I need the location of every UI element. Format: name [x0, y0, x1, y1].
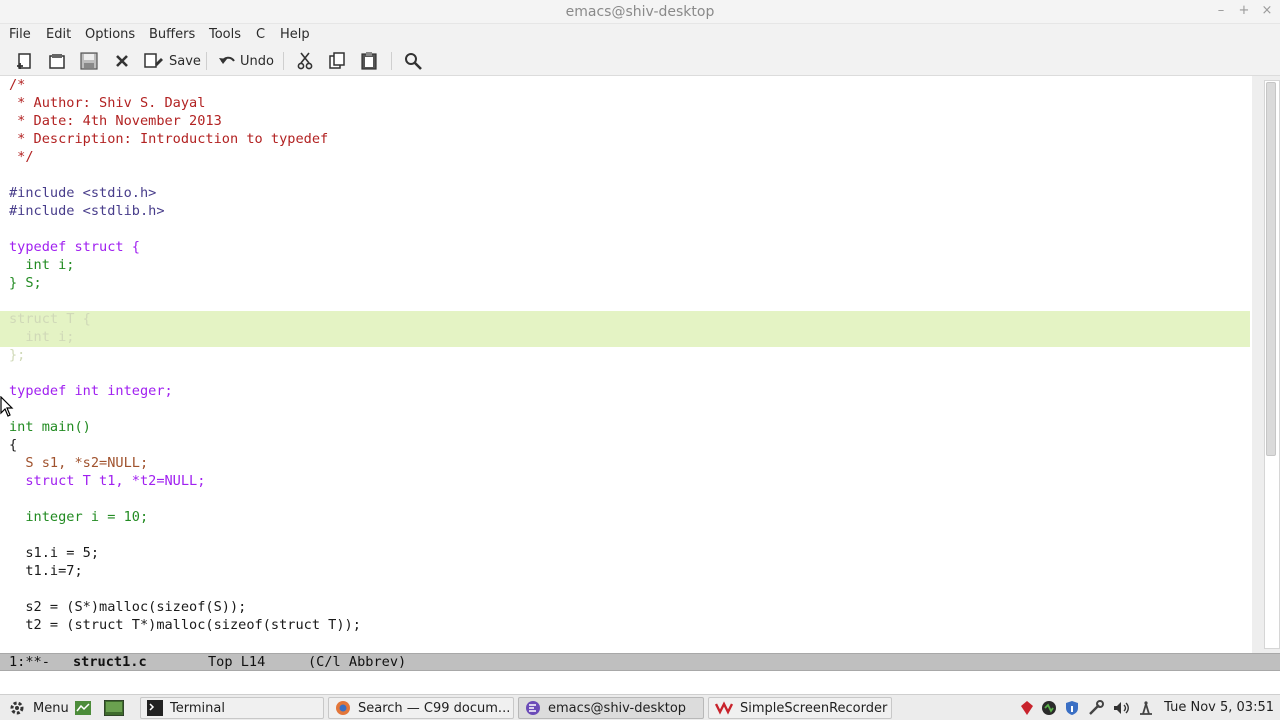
start-menu-button[interactable]: Menu: [4, 697, 94, 719]
mouse-pointer-icon: [0, 396, 14, 417]
code-line: /*: [9, 77, 26, 93]
new-file-icon[interactable]: [14, 50, 34, 72]
menu-options[interactable]: Options: [85, 27, 135, 42]
code-line: integer i = 10;: [9, 509, 149, 525]
tool-bar: Save Undo: [0, 46, 1280, 76]
apps-grid-icon: [74, 701, 91, 715]
paste-icon[interactable]: [359, 50, 379, 72]
code-line: #include <stdio.h>: [9, 185, 157, 201]
undo-icon: [219, 56, 235, 64]
screen-recorder-tray-icon[interactable]: [1040, 699, 1058, 717]
save-as-button[interactable]: Save: [143, 50, 201, 72]
vertical-scrollbar[interactable]: [1252, 76, 1280, 653]
save-as-icon: [144, 53, 163, 68]
save-disk-icon[interactable]: [79, 50, 99, 72]
browser-icon: [335, 700, 351, 716]
code-line: s2 = (S*)malloc(sizeof(S));: [9, 599, 247, 615]
task-label: emacs@shiv-desktop: [548, 700, 687, 716]
code-line: } S;: [9, 275, 42, 291]
menu-edit[interactable]: Edit: [46, 27, 71, 42]
task-label: SimpleScreenRecorder: [740, 700, 888, 716]
modeline-position: Top L14: [208, 654, 266, 670]
menu-tools[interactable]: Tools: [209, 27, 241, 42]
mode-line: 1:**- struct1.c Top L14 (C/l Abbrev): [0, 653, 1280, 671]
title-bar: emacs@shiv-desktop – + ×: [0, 0, 1280, 24]
task-browser[interactable]: Search — C99 docum...: [328, 697, 514, 719]
task-label: Search — C99 docum...: [358, 700, 511, 716]
taskbar: Menu Terminal Search — C99 docum... emac…: [0, 694, 1280, 720]
menu-help[interactable]: Help: [280, 27, 310, 42]
code-line: */: [9, 149, 34, 165]
close-icon[interactable]: ×: [1259, 3, 1275, 19]
volume-icon[interactable]: [1112, 699, 1130, 717]
tools-icon[interactable]: [1087, 699, 1105, 717]
minimize-icon[interactable]: –: [1213, 3, 1229, 19]
gear-icon: [8, 699, 26, 717]
info-shield-icon[interactable]: [1063, 699, 1081, 717]
scrollbar-thumb[interactable]: [1266, 82, 1276, 456]
ruby-icon[interactable]: [1018, 699, 1036, 717]
open-folder-icon[interactable]: [47, 50, 67, 72]
code-line: struct T t1, *t2=NULL;: [9, 473, 206, 489]
maximize-icon[interactable]: +: [1236, 3, 1252, 19]
toolbar-separator: [283, 52, 284, 70]
code-line: #include <stdlib.h>: [9, 203, 165, 219]
code-line: S s1, *s2=NULL;: [9, 455, 149, 471]
code-line: typedef int integer;: [9, 383, 173, 399]
code-line-highlighted: struct T {: [9, 311, 91, 327]
code-line: * Date: 4th November 2013: [9, 113, 222, 129]
menu-bar: File Edit Options Buffers Tools C Help: [0, 24, 1280, 46]
recorder-icon: [715, 701, 733, 715]
desktop-icon: [104, 700, 124, 716]
cut-icon[interactable]: [295, 50, 315, 72]
show-desktop-button[interactable]: [98, 697, 124, 719]
menu-c[interactable]: C: [256, 27, 265, 42]
copy-icon[interactable]: [327, 50, 347, 72]
save-label: Save: [169, 53, 201, 69]
task-emacs[interactable]: emacs@shiv-desktop: [518, 697, 704, 719]
task-screenrecorder[interactable]: SimpleScreenRecorder: [708, 697, 892, 719]
toolbar-separator: [391, 52, 392, 70]
network-icon[interactable]: [1137, 699, 1155, 717]
minibuffer[interactable]: [0, 671, 1280, 693]
task-terminal[interactable]: Terminal: [140, 697, 324, 719]
taskbar-clock[interactable]: Tue Nov 5, 03:51: [1164, 700, 1274, 715]
emacs-window: emacs@shiv-desktop – + × File Edit Optio…: [0, 0, 1280, 720]
undo-label: Undo: [240, 53, 274, 69]
menu-file[interactable]: File: [9, 27, 31, 42]
task-label: Terminal: [170, 700, 225, 716]
close-x-icon[interactable]: [112, 50, 132, 72]
code-line: int i;: [9, 257, 75, 273]
code-line: t1.i=7;: [9, 563, 83, 579]
search-icon[interactable]: [403, 50, 423, 72]
code-editor[interactable]: /* * Author: Shiv S. Dayal * Date: 4th N…: [0, 76, 1250, 653]
emacs-icon: [525, 700, 541, 716]
code-line: typedef struct {: [9, 239, 140, 255]
modeline-modes[interactable]: (C/l Abbrev): [308, 654, 406, 671]
code-line: int main(): [9, 419, 91, 435]
code-line: s1.i = 5;: [9, 545, 100, 561]
code-line-highlighted: };: [9, 347, 26, 363]
code-line: * Description: Introduction to typedef: [9, 131, 329, 147]
start-menu-label: Menu: [33, 700, 69, 716]
toolbar-separator: [206, 52, 207, 70]
undo-button[interactable]: Undo: [218, 50, 274, 72]
terminal-icon: [147, 700, 163, 716]
code-line: t2 = (struct T*)malloc(sizeof(struct T))…: [9, 617, 361, 633]
region-highlight: [0, 311, 1250, 347]
window-title: emacs@shiv-desktop: [565, 4, 715, 20]
code-line: {: [9, 437, 18, 453]
modeline-status: 1:**-: [9, 654, 50, 670]
menu-buffers[interactable]: Buffers: [149, 27, 195, 42]
modeline-buffer-name[interactable]: struct1.c: [73, 654, 147, 671]
code-line-highlighted: int i;: [9, 329, 75, 345]
code-line: * Author: Shiv S. Dayal: [9, 95, 206, 111]
